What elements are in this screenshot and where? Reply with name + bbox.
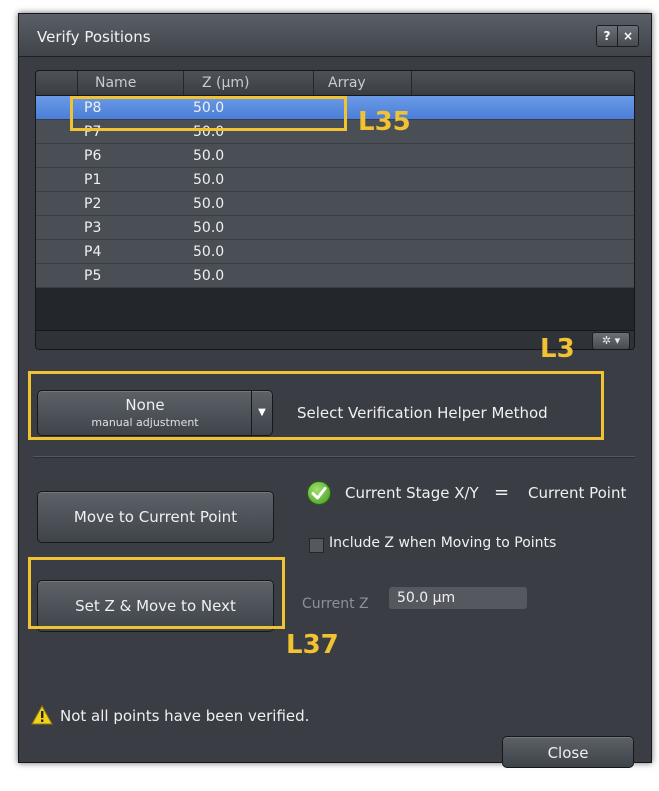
close-button-label: Close <box>547 744 589 762</box>
callout-label-l37: L37 <box>286 630 339 660</box>
callout-label-l35: L35 <box>358 107 411 137</box>
callout-box-l3 <box>28 371 604 440</box>
cell-name: P4 <box>84 244 102 260</box>
cell-name: P1 <box>84 172 102 188</box>
callout-label-l3: L3 <box>540 334 575 364</box>
warning-message: Not all points have been verified. <box>60 707 310 725</box>
cell-name: P2 <box>84 196 102 212</box>
warning-icon <box>31 704 53 725</box>
cell-z: 50.0 <box>193 220 225 236</box>
close-button[interactable]: Close <box>502 736 634 768</box>
table-header: Name Z (µm) Array <box>36 71 634 96</box>
stage-status-equals: = <box>494 482 510 503</box>
help-button[interactable]: ? <box>597 26 617 46</box>
close-icon[interactable]: × <box>617 26 638 46</box>
cell-name: P6 <box>84 148 102 164</box>
stage-status-right: Current Point <box>528 484 627 502</box>
gear-icon[interactable]: ✲ ▾ <box>592 332 630 349</box>
callout-box-l35 <box>70 96 347 131</box>
column-header-array[interactable]: Array <box>314 71 412 95</box>
cell-z: 50.0 <box>193 268 225 284</box>
table-row[interactable]: P6 50.0 <box>36 144 634 168</box>
table-row[interactable]: P5 50.0 <box>36 264 634 288</box>
cell-z: 50.0 <box>193 244 225 260</box>
callout-box-l37 <box>28 557 285 629</box>
stage-status-left: Current Stage X/Y <box>345 484 479 502</box>
include-z-checkbox[interactable] <box>309 538 324 553</box>
include-z-label: Include Z when Moving to Points <box>329 535 557 551</box>
cell-z: 50.0 <box>193 172 225 188</box>
table-row[interactable]: P3 50.0 <box>36 216 634 240</box>
column-header-name[interactable]: Name <box>78 71 184 95</box>
title-bar[interactable]: Verify Positions ? × <box>19 14 651 57</box>
current-z-field[interactable]: 50.0 µm <box>389 587 527 609</box>
check-circle-icon <box>307 481 331 505</box>
move-to-current-point-button[interactable]: Move to Current Point <box>37 491 274 543</box>
table-row[interactable]: P4 50.0 <box>36 240 634 264</box>
title-buttons: ? × <box>596 25 639 47</box>
column-header-z[interactable]: Z (µm) <box>184 71 314 95</box>
cell-name: P3 <box>84 220 102 236</box>
dialog-title: Verify Positions <box>37 28 151 46</box>
cell-z: 50.0 <box>193 196 225 212</box>
table-row[interactable]: P1 50.0 <box>36 168 634 192</box>
row-indicator-header <box>36 71 78 95</box>
table-row[interactable]: P2 50.0 <box>36 192 634 216</box>
divider <box>33 456 635 458</box>
cell-name: P5 <box>84 268 102 284</box>
cell-z: 50.0 <box>193 148 225 164</box>
current-z-label: Current Z <box>302 596 369 612</box>
move-to-current-point-label: Move to Current Point <box>73 508 238 526</box>
